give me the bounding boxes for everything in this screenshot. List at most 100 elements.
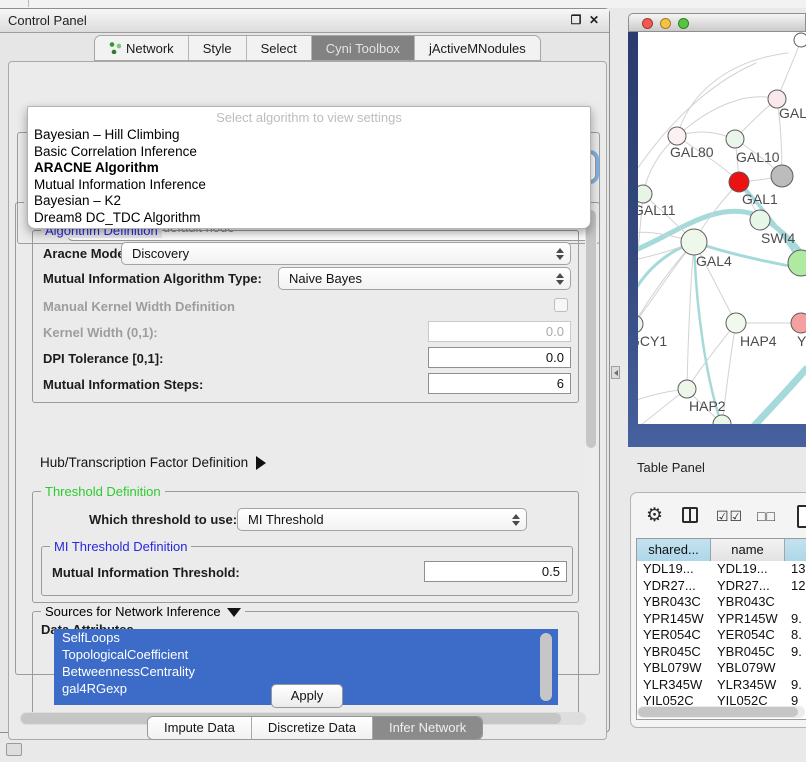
- kernel-width-field[interactable]: 0.0: [428, 321, 571, 342]
- column-header-clipped[interactable]: [785, 539, 806, 561]
- node-label-hap4: HAP4: [740, 333, 777, 349]
- tab-discretize-data[interactable]: Discretize Data: [252, 717, 373, 739]
- node-label-swi4: SWI4: [761, 230, 795, 246]
- column-header-name[interactable]: name: [711, 539, 785, 561]
- aracne-mode-combo[interactable]: Discovery: [121, 242, 571, 265]
- which-threshold-combo[interactable]: MI Threshold: [237, 508, 527, 531]
- control-panel-tabs: Network Style SelectCyni ToolboxjActiveMNo…: [94, 35, 541, 61]
- select-none-unchecked-icon[interactable]: □□: [757, 508, 776, 524]
- aracne-mode-value: Discovery: [132, 246, 555, 261]
- node-gal10[interactable]: [726, 130, 744, 148]
- table-row[interactable]: YBR045CYBR045C9.: [637, 644, 806, 661]
- tab-impute-data[interactable]: Impute Data: [148, 717, 252, 739]
- attribute-item-topologicalcoefficient[interactable]: TopologicalCoefficient: [54, 646, 558, 663]
- table-horizontal-thumb[interactable]: [638, 707, 798, 717]
- apply-button[interactable]: Apply: [271, 684, 343, 708]
- spinner-arrows-icon: [511, 514, 520, 526]
- mi-threshold-label: Mutual Information Threshold:: [52, 565, 240, 580]
- edge[interactable]: [638, 63, 756, 183]
- zoom-traffic-light-icon[interactable]: [678, 18, 689, 29]
- node-gcy1[interactable]: [638, 315, 643, 333]
- tab-label: Style: [203, 41, 232, 56]
- tab-select[interactable]: Select: [247, 36, 312, 60]
- node-unlabeled[interactable]: [713, 415, 731, 424]
- node-gal1[interactable]: [729, 172, 749, 192]
- algorithm-option-bayesian-k2[interactable]: Bayesian – K2: [32, 193, 586, 210]
- gear-icon[interactable]: ⚙: [646, 504, 663, 527]
- tab-infer-network[interactable]: Infer Network: [373, 717, 482, 739]
- close-traffic-light-icon[interactable]: [642, 18, 653, 29]
- table-row[interactable]: YBR043CYBR043C: [637, 594, 806, 611]
- edge[interactable]: [638, 242, 694, 324]
- edge[interactable]: [777, 40, 801, 99]
- node-label-gal80: GAL80: [670, 144, 714, 160]
- mi-threshold-groupbox: MI Threshold Definition Mutual Informati…: [41, 546, 573, 596]
- mi-steps-field[interactable]: 6: [428, 373, 571, 394]
- edge[interactable]: [687, 323, 736, 389]
- attribute-item-selfloops[interactable]: SelfLoops: [54, 629, 558, 646]
- table-row[interactable]: YDL19...YDL19...13: [637, 561, 806, 578]
- dpi-tolerance-field[interactable]: 0.0: [428, 347, 571, 368]
- settings-vertical-scrollbar[interactable]: [585, 207, 597, 671]
- algorithm-option-bayesian-hill-climbing[interactable]: Bayesian – Hill Climbing: [32, 127, 586, 144]
- control-panel-window: Control Panel ❐ ✕ Network Style SelectCyni…: [0, 8, 610, 733]
- column-header-shared[interactable]: shared...: [637, 539, 711, 561]
- panel-splitter-handle[interactable]: [611, 366, 620, 379]
- table-horizontal-scrollbar[interactable]: [637, 706, 805, 718]
- table-cell: 9.: [785, 644, 806, 661]
- restore-window-icon[interactable]: ❐: [569, 13, 583, 27]
- node-hap2[interactable]: [678, 380, 696, 398]
- file-icon[interactable]: [797, 505, 806, 528]
- mi-type-value: Naive Bayes: [289, 271, 555, 286]
- table-row[interactable]: YER054CYER054C8.: [637, 627, 806, 644]
- tab-network[interactable]: Network: [95, 36, 189, 60]
- minimize-traffic-light-icon[interactable]: [660, 18, 671, 29]
- network-graph[interactable]: GALGAL80GAL10GAL1GAL11SWI4GAL4GCY1HAP4YH…: [638, 32, 806, 424]
- mi-type-combo[interactable]: Naive Bayes: [278, 267, 571, 290]
- edge-teal[interactable]: [734, 369, 806, 424]
- node-unlabeled[interactable]: [788, 250, 806, 276]
- tab-cyni-toolbox[interactable]: Cyni Toolbox: [312, 36, 415, 60]
- table-header-row: shared...name: [637, 539, 806, 561]
- tab-jactivemnodules[interactable]: jActiveMNodules: [415, 36, 540, 60]
- node-unlabeled[interactable]: [794, 33, 806, 47]
- table-cell: YDR27...: [637, 578, 711, 595]
- algorithm-option-basic-correlation-inference[interactable]: Basic Correlation Inference: [32, 144, 586, 161]
- node-hap4[interactable]: [726, 313, 746, 333]
- network-view-window: GALGAL80GAL10GAL1GAL11SWI4GAL4GCY1HAP4YH…: [628, 13, 806, 447]
- node-gal11[interactable]: [638, 185, 652, 203]
- hub-definition-toggle[interactable]: Hub/Transcription Factor Definition: [40, 455, 266, 470]
- tab-style[interactable]: Style: [189, 36, 247, 60]
- select-all-checked-icon[interactable]: ☑☑: [716, 508, 743, 525]
- algorithm-option-dream8-dc-tdc-algorithm[interactable]: Dream8 DC_TDC Algorithm: [32, 210, 586, 227]
- node-y[interactable]: [791, 313, 806, 333]
- algorithm-option-aracne-algorithm[interactable]: ARACNE Algorithm: [32, 160, 586, 177]
- node-swi4[interactable]: [750, 210, 770, 230]
- node-gal4[interactable]: [681, 229, 707, 255]
- algorithm-option-mutual-information-inference[interactable]: Mutual Information Inference: [32, 177, 586, 194]
- node-label-gal4: GAL4: [696, 253, 732, 269]
- network-canvas[interactable]: GALGAL80GAL10GAL1GAL11SWI4GAL4GCY1HAP4YH…: [638, 32, 806, 424]
- attributes-scrollbar[interactable]: [540, 633, 552, 701]
- window-title: Control Panel: [8, 13, 87, 28]
- collapse-down-icon: [227, 608, 241, 617]
- table-row[interactable]: YDR27...YDR27...12: [637, 578, 806, 595]
- spinner-arrows-icon: [555, 273, 564, 285]
- table-row[interactable]: YLR345WYLR345W9.: [637, 677, 806, 694]
- mi-threshold-field[interactable]: 0.5: [424, 561, 567, 582]
- settings-vertical-thumb[interactable]: [586, 210, 596, 448]
- edge[interactable]: [677, 97, 777, 136]
- node-unlabeled[interactable]: [771, 165, 793, 187]
- cyni-bottom-tabs: Impute DataDiscretize DataInfer Network: [147, 716, 483, 740]
- table-row[interactable]: YBL079WYBL079W: [637, 660, 806, 677]
- split-columns-icon[interactable]: [682, 507, 698, 523]
- manual-kernel-checkbox[interactable]: [554, 298, 568, 312]
- table-cell: YDL19...: [711, 561, 785, 578]
- table-row[interactable]: YPR145WYPR145W9.: [637, 611, 806, 628]
- collapsed-panel-icon[interactable]: [6, 743, 22, 756]
- edge[interactable]: [638, 242, 694, 324]
- close-window-icon[interactable]: ✕: [587, 13, 601, 27]
- edge[interactable]: [687, 242, 694, 389]
- node-gal80[interactable]: [668, 127, 686, 145]
- attribute-item-betweennesscentrality[interactable]: BetweennessCentrality: [54, 663, 558, 680]
